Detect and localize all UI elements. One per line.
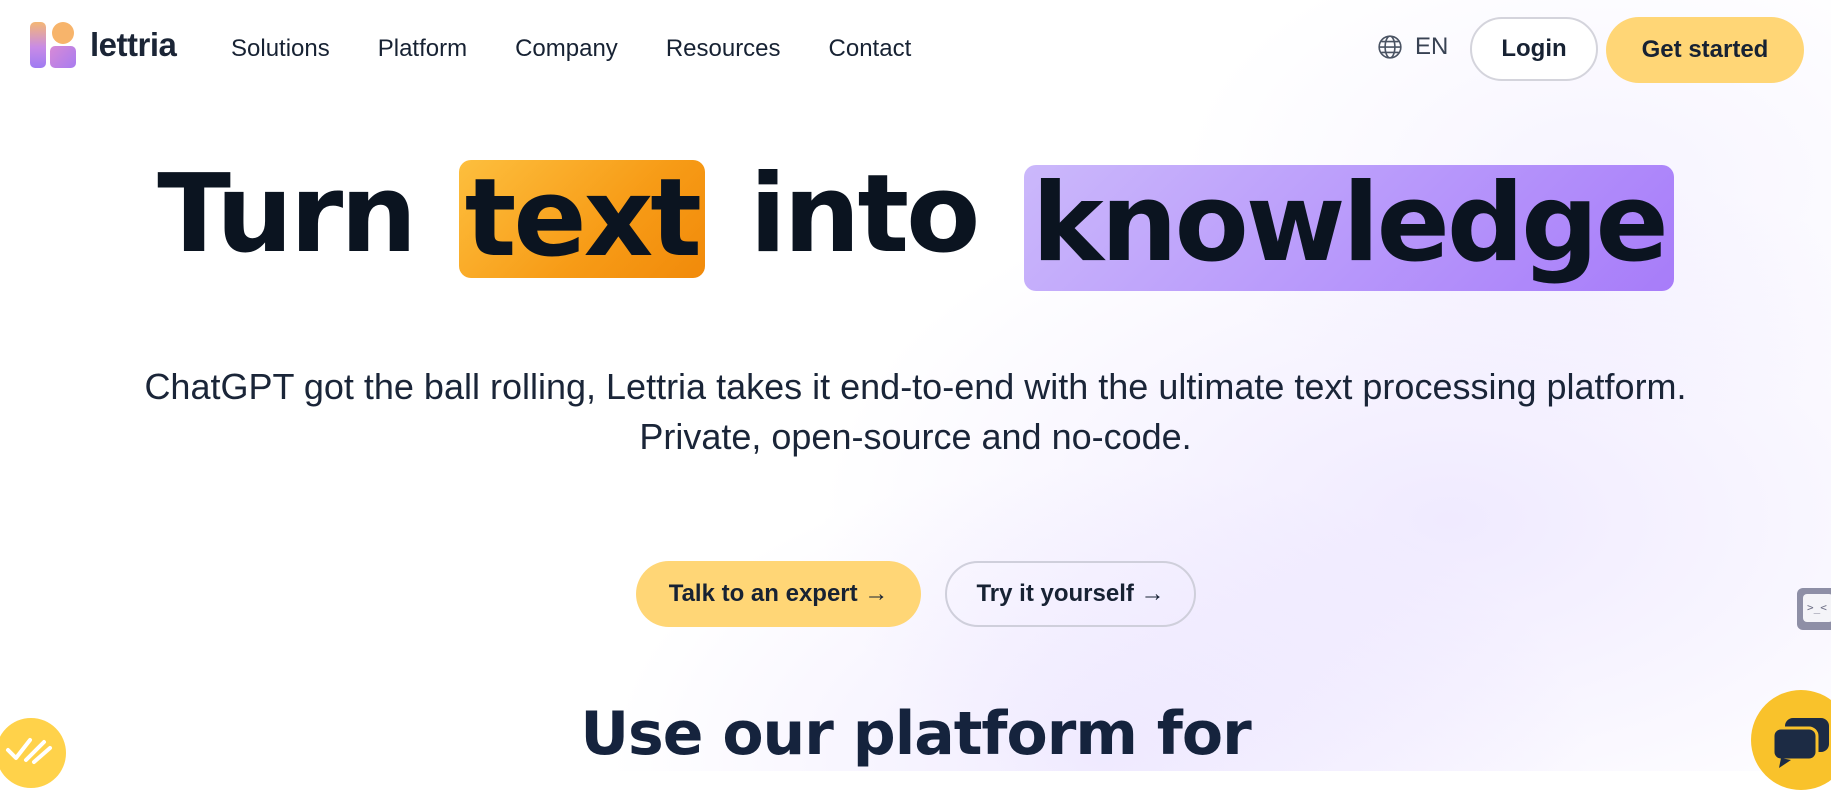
headline-highlight-knowledge: knowledge	[1023, 165, 1674, 291]
brand-name: lettria	[90, 26, 177, 63]
checklist-widget[interactable]	[0, 718, 66, 788]
side-feedback-tab[interactable]: >_<	[1797, 588, 1831, 630]
get-started-button[interactable]: Get started	[1606, 17, 1804, 83]
nav-item-company[interactable]: Company	[515, 30, 618, 68]
nav-item-solutions[interactable]: Solutions	[231, 30, 330, 68]
nav-item-resources[interactable]: Resources	[666, 30, 781, 68]
nav-item-contact[interactable]: Contact	[829, 30, 912, 68]
language-selector[interactable]: EN	[1377, 33, 1448, 61]
brand-logo[interactable]: lettria	[30, 22, 177, 68]
section-title: Use our platform for	[580, 699, 1251, 769]
main-nav: Solutions Platform Company Resources Con…	[231, 30, 959, 68]
checklist-icon	[6, 738, 52, 764]
headline-word-into: into	[749, 152, 981, 277]
side-tab-label: >_<	[1803, 594, 1831, 622]
site-header: lettria Solutions Platform Company Resou…	[0, 0, 1831, 100]
talk-to-expert-button[interactable]: Talk to an expert →	[636, 561, 921, 627]
chat-icon	[1771, 718, 1829, 768]
headline-highlight-text: text	[458, 160, 705, 278]
headline-word-turn: Turn	[157, 152, 417, 277]
try-it-yourself-button[interactable]: Try it yourself →	[945, 561, 1196, 627]
logo-mark-icon	[30, 22, 76, 68]
hero-subtitle: ChatGPT got the ball rolling, Lettria ta…	[144, 366, 1687, 457]
nav-item-platform[interactable]: Platform	[378, 30, 467, 68]
hero-headline: Turn text into knowledge	[0, 150, 1831, 291]
language-label: EN	[1415, 33, 1449, 60]
globe-icon	[1378, 35, 1402, 59]
login-button[interactable]: Login	[1470, 17, 1598, 81]
